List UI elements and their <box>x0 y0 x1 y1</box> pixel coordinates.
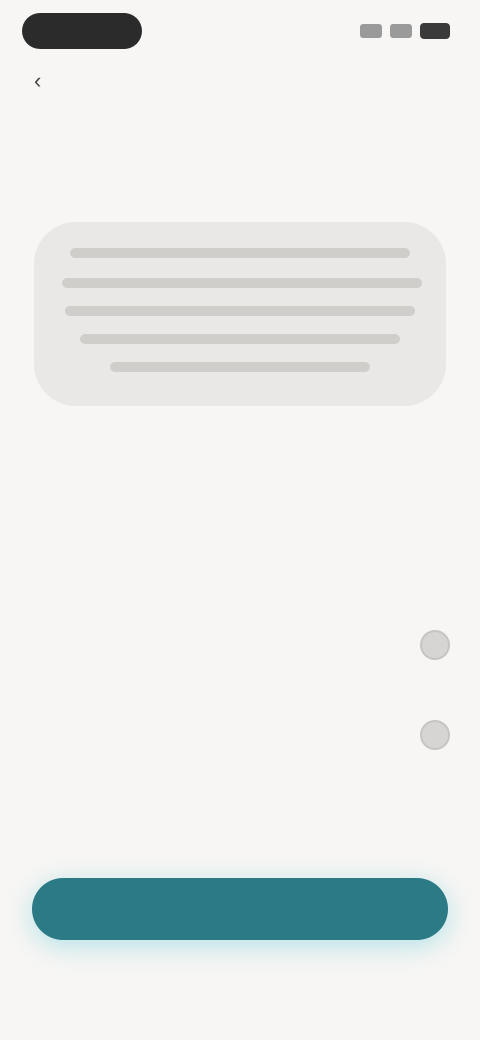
wifi-icon <box>390 24 412 38</box>
screen: ‹ <box>0 0 480 1040</box>
status-time <box>22 13 142 49</box>
radio-button[interactable] <box>420 720 450 750</box>
signal-icon <box>360 24 382 38</box>
primary-button[interactable] <box>32 878 448 940</box>
info-card <box>34 222 446 406</box>
info-card-line <box>62 278 422 288</box>
battery-icon <box>420 23 450 39</box>
option-row[interactable] <box>30 712 450 758</box>
arrow-left-icon[interactable]: ‹ <box>34 70 41 92</box>
info-card-line <box>70 248 410 258</box>
info-card-line <box>65 306 415 316</box>
option-row[interactable] <box>30 622 450 668</box>
info-card-line <box>110 362 370 372</box>
radio-button[interactable] <box>420 630 450 660</box>
status-icons <box>360 23 450 39</box>
status-bar <box>22 12 450 50</box>
info-card-line <box>80 334 400 344</box>
